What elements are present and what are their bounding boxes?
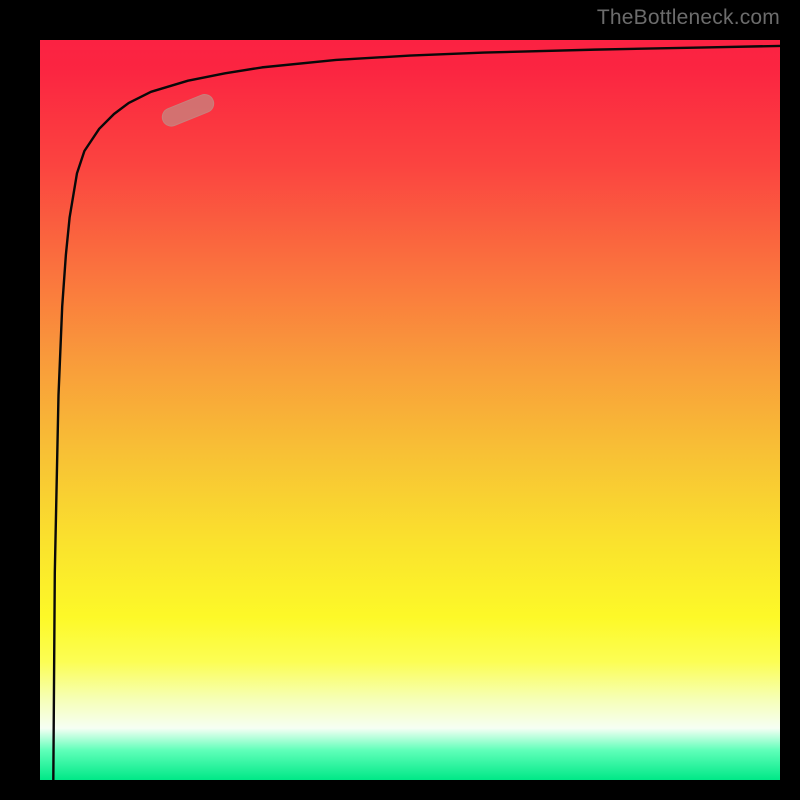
chart-stage: TheBottleneck.com [0, 0, 800, 800]
plot-background-gradient [40, 40, 780, 780]
attribution-label: TheBottleneck.com [597, 6, 780, 30]
